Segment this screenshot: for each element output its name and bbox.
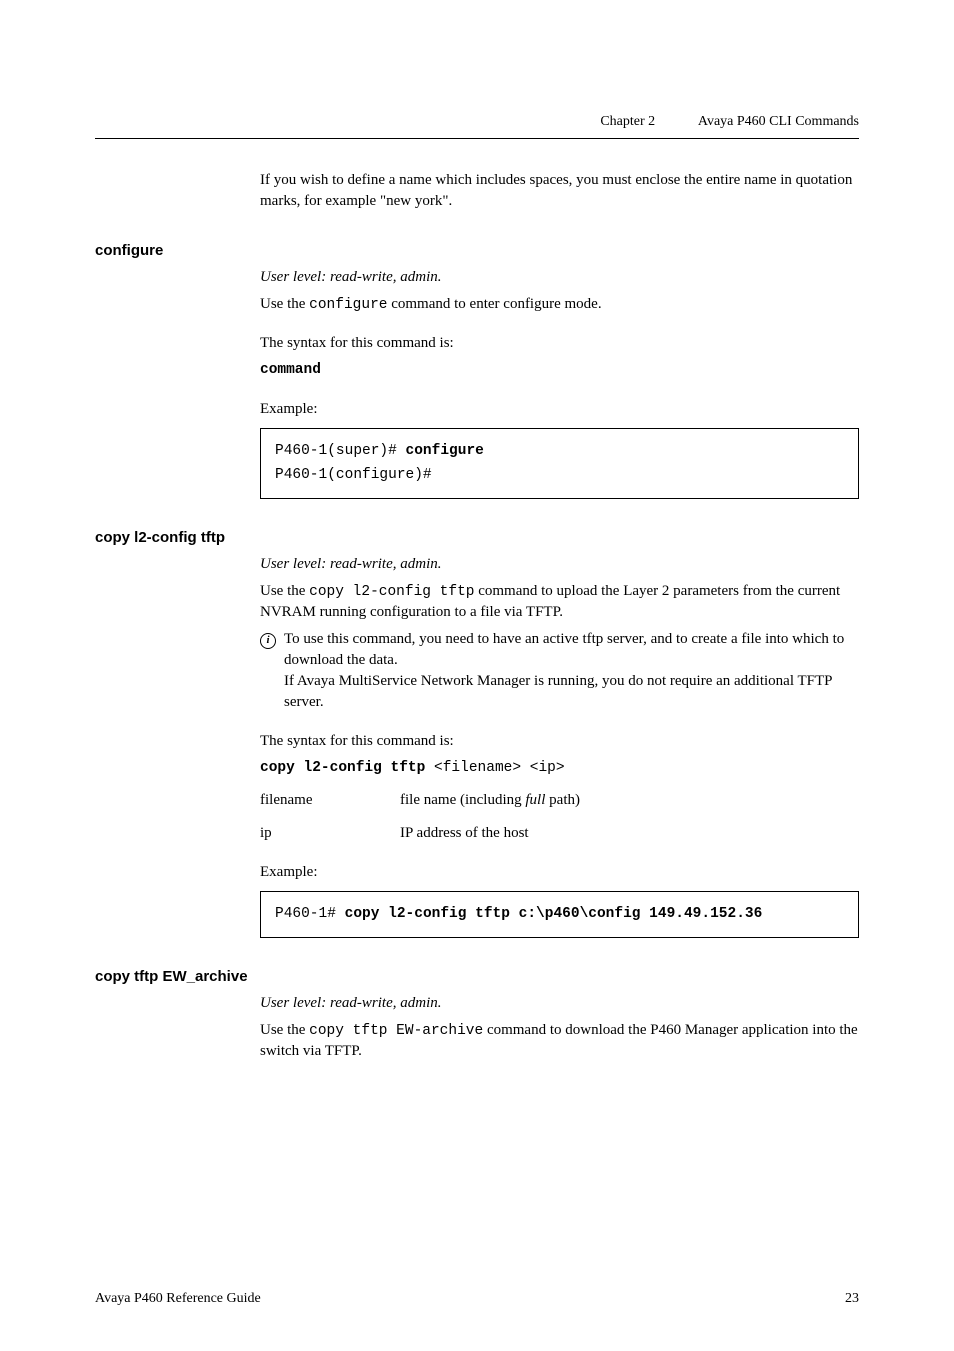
user-level: User level: read-write, admin. [260, 554, 859, 575]
footer-page-number: 23 [845, 1289, 859, 1309]
param-row: ip IP address of the host [260, 823, 859, 844]
chapter-label: Chapter 2 [600, 114, 655, 129]
param-desc: IP address of the host [400, 823, 859, 844]
code-line: P460-1(configure)# [275, 463, 844, 488]
text: command to enter configure mode. [387, 296, 601, 312]
info-line: If Avaya MultiService Network Manager is… [284, 671, 859, 713]
code-text: P460-1# [275, 906, 345, 922]
footer-left: Avaya P460 Reference Guide [95, 1289, 261, 1309]
section-heading-copy-tftp: copy tftp EW_archive [95, 966, 859, 987]
example-label: Example: [260, 862, 859, 883]
code-box: P460-1# copy l2-config tftp c:\p460\conf… [260, 891, 859, 938]
copy-l2-description: Use the copy l2-config tftp command to u… [260, 581, 859, 623]
text: Use the [260, 583, 309, 599]
page-footer: Avaya P460 Reference Guide 23 [95, 1289, 859, 1309]
param-desc: file name (including full path) [400, 790, 859, 811]
code-line: P460-1# copy l2-config tftp c:\p460\conf… [275, 902, 844, 927]
code-text-bold: configure [406, 443, 484, 459]
section-heading-configure: configure [95, 240, 859, 261]
param-label: filename [260, 790, 400, 811]
code-box: P460-1(super)# configure P460-1(configur… [260, 428, 859, 499]
info-text: To use this command, you need to have an… [284, 629, 859, 713]
text: Use the [260, 296, 309, 312]
code-line: P460-1(super)# configure [275, 439, 844, 464]
code-text: P460-1(super)# [275, 443, 406, 459]
syntax-label: The syntax for this command is: [260, 731, 859, 752]
configure-description: Use the configure command to enter confi… [260, 294, 859, 315]
syntax-command: copy l2-config tftp <filename> <ip> [260, 758, 859, 778]
section-heading-copy-l2: copy l2-config tftp [95, 527, 859, 548]
info-list: i To use this command, you need to have … [260, 629, 859, 713]
info-glyph: i [260, 633, 276, 649]
info-line: To use this command, you need to have an… [284, 629, 859, 671]
code-text: configure [309, 297, 387, 313]
text: Use the [260, 1022, 309, 1038]
user-level: User level: read-write, admin. [260, 267, 859, 288]
info-item: i To use this command, you need to have … [260, 629, 859, 713]
code-text: copy tftp EW-archive [309, 1023, 483, 1039]
param-label: ip [260, 823, 400, 844]
code-text-bold: copy l2-config tftp c:\p460\config 149.4… [345, 906, 763, 922]
chapter-title: Avaya P460 CLI Commands [698, 114, 859, 129]
header-rule [95, 138, 859, 139]
page-header: Chapter 2 Avaya P460 CLI Commands [600, 112, 859, 132]
syntax-label: The syntax for this command is: [260, 333, 859, 354]
syntax-bold: copy l2-config tftp [260, 760, 425, 776]
example-label: Example: [260, 399, 859, 420]
syntax-command: command [260, 360, 859, 380]
syntax-rest: <filename> <ip> [425, 760, 564, 776]
text: file name (including [400, 792, 525, 808]
intro-paragraph: If you wish to define a name which inclu… [260, 170, 859, 212]
code-text: copy l2-config tftp [309, 584, 474, 600]
param-row: filename file name (including full path) [260, 790, 859, 811]
text: path) [545, 792, 580, 808]
info-icon: i [260, 629, 284, 713]
user-level: User level: read-write, admin. [260, 993, 859, 1014]
copy-tftp-description: Use the copy tftp EW-archive command to … [260, 1020, 859, 1062]
italic-text: full [525, 792, 545, 808]
